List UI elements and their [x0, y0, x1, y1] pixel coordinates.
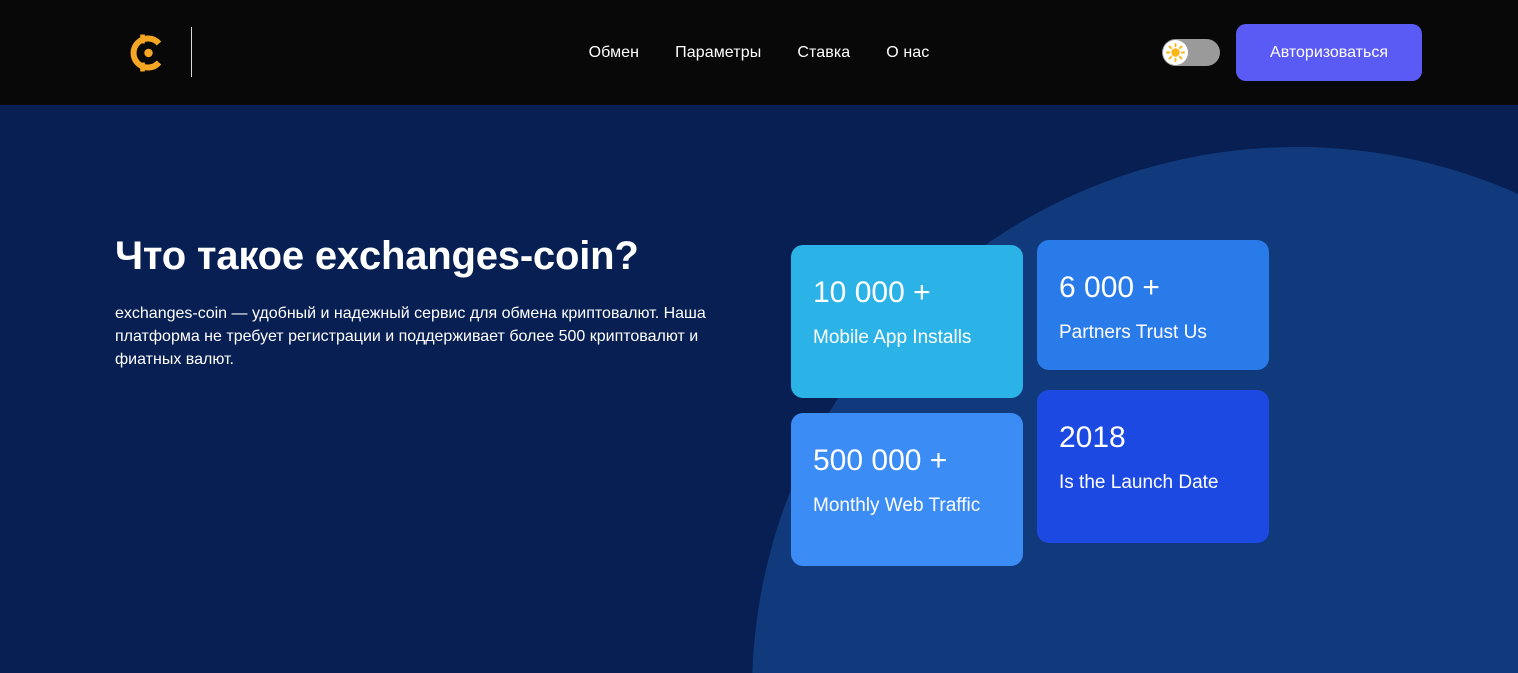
- stat-label: Partners Trust Us: [1059, 322, 1207, 343]
- page-title: Что такое exchanges-coin?: [115, 234, 639, 278]
- nav-item-rate[interactable]: Ставка: [797, 43, 850, 63]
- landing-page: Обмен Параметры Ставка О нас Авторизоват…: [0, 0, 1518, 673]
- stat-value: 10 000 +: [813, 276, 931, 309]
- stats-grid: 10 000 + Mobile App Installs 6 000 + Par…: [791, 130, 1291, 570]
- stat-label: Monthly Web Traffic: [813, 495, 981, 516]
- hero-copy: Что такое exchanges-coin? exchanges-coin…: [115, 232, 755, 371]
- stat-card-mobile-app-installs[interactable]: 10 000 + Mobile App Installs: [791, 245, 1023, 398]
- header-actions: Авторизоваться: [1162, 0, 1422, 105]
- stat-card-monthly-web-traffic[interactable]: 500 000 + Monthly Web Traffic: [791, 413, 1023, 566]
- theme-toggle-switch[interactable]: [1162, 39, 1221, 66]
- stat-value: 6 000 +: [1059, 271, 1160, 304]
- sun-icon: [1166, 43, 1186, 62]
- nav-item-about[interactable]: О нас: [886, 43, 929, 63]
- stat-label: Mobile App Installs: [813, 327, 972, 348]
- theme-toggle-knob: [1163, 40, 1189, 65]
- site-header: Обмен Параметры Ставка О нас Авторизоват…: [0, 0, 1518, 105]
- hero-description: exchanges-coin — удобный и надежный серв…: [115, 305, 706, 368]
- stat-card-launch-date[interactable]: 2018 Is the Launch Date: [1037, 390, 1269, 543]
- stat-label: Is the Launch Date: [1059, 472, 1219, 493]
- stat-value: 500 000 +: [813, 444, 948, 477]
- nav-item-exchange[interactable]: Обмен: [589, 43, 640, 63]
- stat-card-partners-trust-us[interactable]: 6 000 + Partners Trust Us: [1037, 240, 1269, 370]
- authorize-button[interactable]: Авторизоваться: [1236, 24, 1422, 81]
- nav-item-parameters[interactable]: Параметры: [675, 43, 761, 63]
- stat-value: 2018: [1059, 421, 1126, 454]
